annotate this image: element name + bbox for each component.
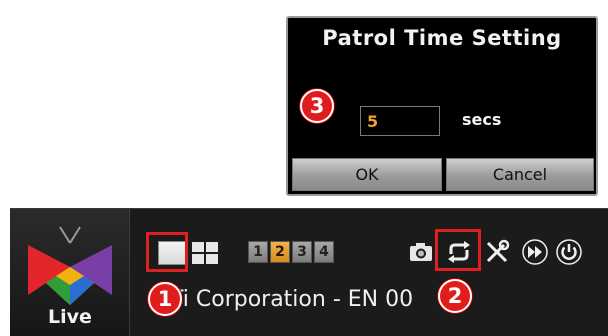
highlight-patrol-button [435,229,481,271]
camera-snapshot-icon[interactable] [408,239,434,265]
annotation-badge-3: 3 [300,89,334,123]
screenshot-canvas: Patrol Time Setting secs OK Cancel Live [0,0,608,336]
group-4-button[interactable]: 4 [314,241,334,263]
live-label: Live [48,306,92,328]
cancel-button[interactable]: Cancel [446,158,594,191]
dialog-title: Patrol Time Setting [322,26,562,50]
live-toolbar: Live 1 2 3 4 Ti Corporation - EN 00 [10,208,608,336]
power-icon[interactable] [556,239,582,265]
fast-forward-icon[interactable] [522,239,548,265]
patrol-time-input[interactable] [360,106,440,136]
annotation-badge-1: 1 [148,282,182,316]
live-mode-button[interactable]: Live [10,209,130,336]
status-scrolling-text: Ti Corporation - EN 00 [170,287,414,312]
patrol-time-row: secs [288,94,596,142]
annotation-badge-2: 2 [438,279,472,313]
unit-label: secs [462,110,502,129]
live-logo-icon [28,226,112,305]
group-1-button[interactable]: 1 [248,241,268,263]
ok-button[interactable]: OK [292,158,442,191]
highlight-single-view [146,232,188,272]
quad-view-icon[interactable] [192,242,218,264]
group-2-button[interactable]: 2 [270,241,290,263]
settings-tools-icon[interactable] [484,239,510,265]
group-3-button[interactable]: 3 [292,241,312,263]
